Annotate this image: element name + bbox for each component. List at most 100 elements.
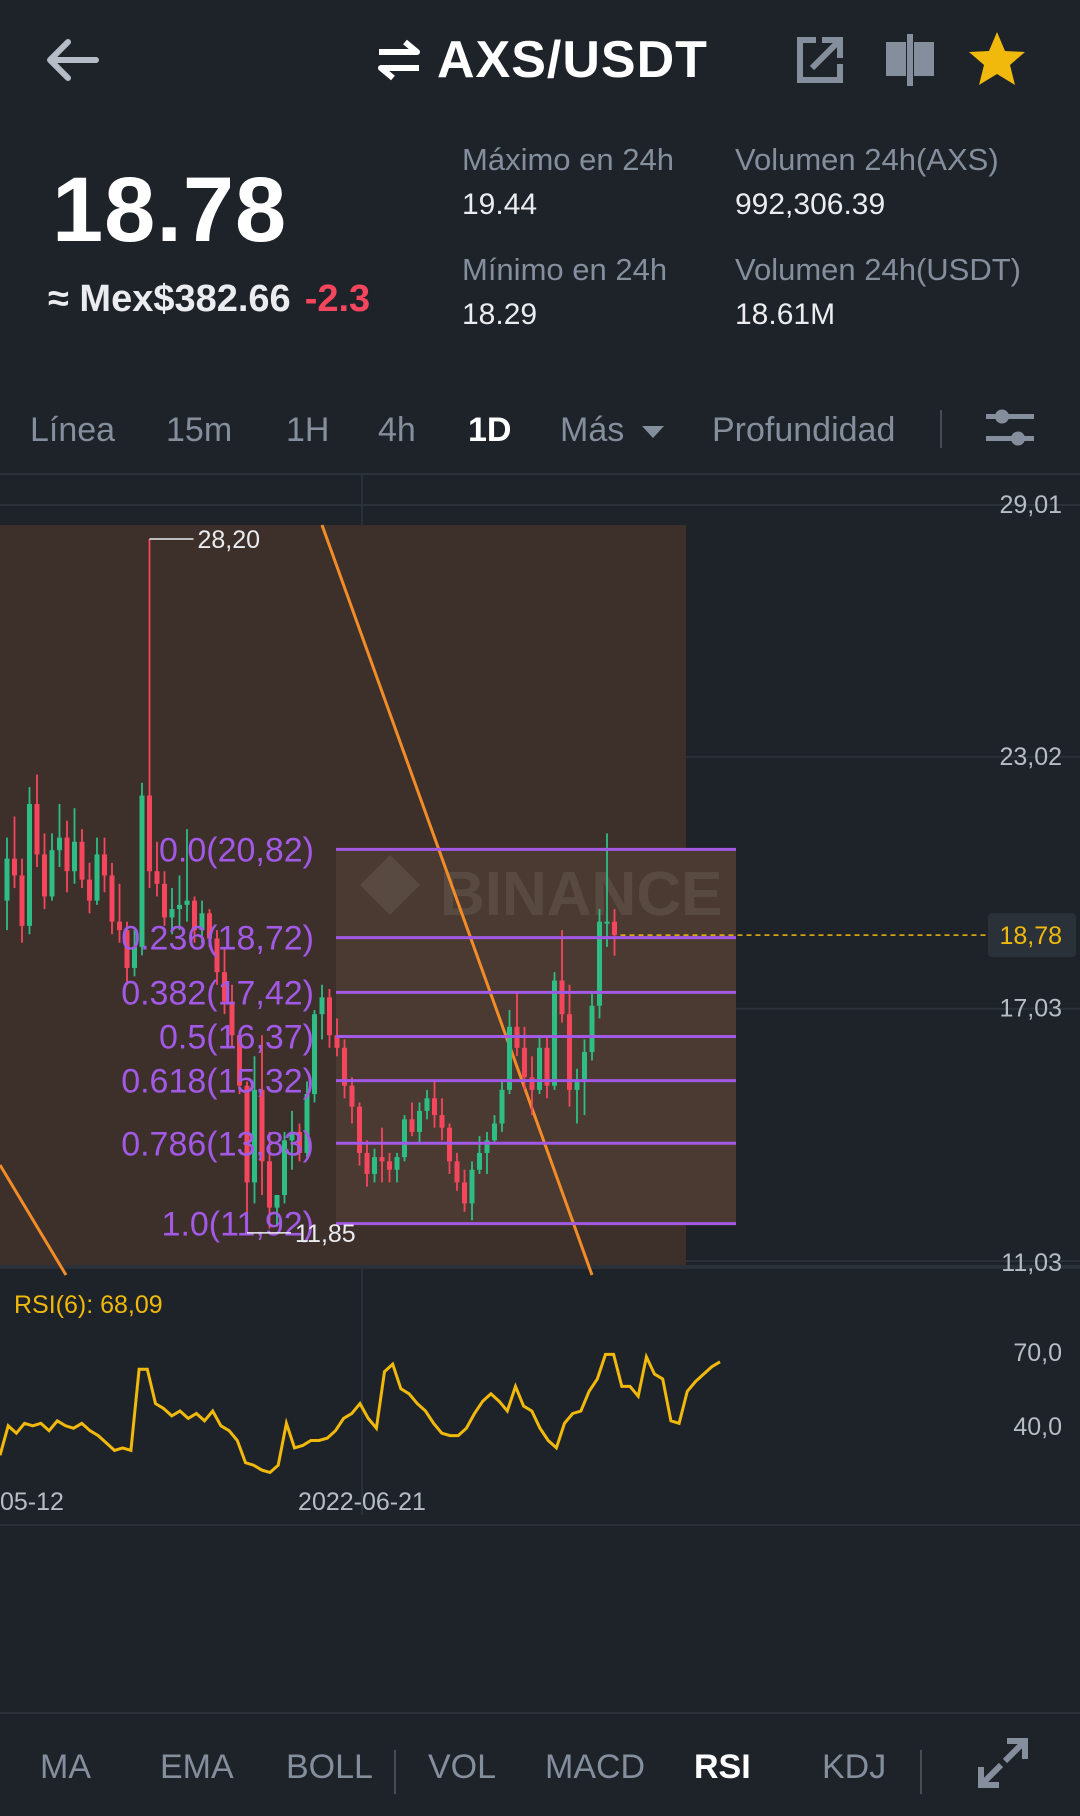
sliders-icon xyxy=(986,409,1034,446)
price-tick-label: 29,01 xyxy=(999,491,1062,519)
pair-title: AXS/USDT xyxy=(437,31,708,89)
candle-body xyxy=(49,850,55,897)
tab-depth[interactable]: Profundidad xyxy=(712,411,895,450)
candle-body xyxy=(27,803,32,926)
price-tick-label: 11,03 xyxy=(1001,1249,1062,1277)
candle-body xyxy=(357,1106,362,1153)
fullscreen-button[interactable] xyxy=(975,1735,1031,1791)
candle-body xyxy=(402,1119,407,1158)
tab-1d[interactable]: 1D xyxy=(468,411,511,450)
fib-label: 0.236(18,72) xyxy=(121,920,314,958)
high-24h-label: Máximo en 24h xyxy=(462,142,674,177)
candle-body xyxy=(372,1157,377,1174)
back-button[interactable] xyxy=(40,28,110,92)
rsi-line xyxy=(0,1352,721,1475)
candle-body xyxy=(162,883,167,918)
caret-down-icon xyxy=(641,426,664,439)
panel-separator xyxy=(0,1265,1080,1269)
candle-body xyxy=(424,1098,430,1111)
candle-body xyxy=(409,1119,415,1132)
tab-1h[interactable]: 1H xyxy=(286,411,329,450)
tab-line[interactable]: Línea xyxy=(30,411,115,450)
candle-body xyxy=(567,1014,572,1090)
fib-label: 1.0(11,92) xyxy=(162,1206,314,1244)
share-external-icon xyxy=(797,37,843,83)
price-axis: 29,01 23,02 17,03 11,03 xyxy=(999,491,1062,1277)
candle-body xyxy=(109,875,115,922)
candle-body xyxy=(4,858,10,901)
time-axis: 05-12 2022-06-21 xyxy=(0,1488,426,1516)
volume-base-label: Volumen 24h(AXS) xyxy=(735,142,999,177)
indicator-rsi[interactable]: RSI xyxy=(694,1748,751,1787)
rsi-panel: RSI(6): 68,09 70,0 40,0 xyxy=(0,1291,1062,1475)
chart-settings-button[interactable] xyxy=(980,400,1040,460)
candle-body xyxy=(462,1182,467,1204)
candle-body xyxy=(394,1157,400,1170)
fib-label: 0.618(15,32) xyxy=(121,1063,314,1101)
tab-more[interactable]: Más xyxy=(560,411,666,450)
compare-button[interactable] xyxy=(880,30,940,90)
candle-body xyxy=(327,997,332,1036)
candle-body xyxy=(169,909,175,918)
low-marker-label: 11,85 xyxy=(295,1220,356,1248)
candle-body xyxy=(379,1157,385,1162)
high-marker-label: 28,20 xyxy=(198,526,261,554)
indicator-divider xyxy=(920,1750,922,1794)
fib-label: 0.5(16,37) xyxy=(159,1018,314,1056)
candle-body xyxy=(432,1098,437,1116)
candle-body xyxy=(492,1123,497,1141)
candle-body xyxy=(34,803,40,855)
timeframe-bar: Línea 15m 1H 4h 1D Más Profundidad xyxy=(0,395,1080,475)
rsi-tick-label: 40,0 xyxy=(1013,1413,1062,1441)
candle-body xyxy=(582,1052,587,1082)
price-chart[interactable]: BINANCE 29,01 23,02 17,03 11,03 0.0(20,82) 0… xyxy=(0,475,1080,1712)
arrow-left-icon xyxy=(47,39,99,81)
volume-quote-label: Volumen 24h(USDT) xyxy=(735,252,1022,287)
fiat-price: ≈ Mex$382.66 xyxy=(48,278,291,320)
pair-selector[interactable]: AXS/USDT xyxy=(375,28,708,92)
share-button[interactable] xyxy=(790,30,850,90)
expand-icon xyxy=(978,1738,1028,1788)
fiat-price-row: ≈ Mex$382.66 -2.3 xyxy=(48,278,370,321)
indicator-ma[interactable]: MA xyxy=(40,1748,91,1787)
star-icon xyxy=(969,32,1025,85)
indicator-ema[interactable]: EMA xyxy=(160,1748,234,1787)
last-price: 18.78 xyxy=(52,159,288,261)
indicator-vol[interactable]: VOL xyxy=(428,1748,496,1787)
candle-body xyxy=(42,854,47,897)
candle-body xyxy=(439,1115,445,1128)
price-change: -2.3 xyxy=(304,278,371,320)
fib-label: 0.382(17,42) xyxy=(121,974,314,1012)
candle-body xyxy=(349,1085,355,1107)
candle-body xyxy=(94,854,100,901)
low-24h-label: Mínimo en 24h xyxy=(462,252,668,287)
time-tick-label: 05-12 xyxy=(0,1488,64,1516)
candle-body xyxy=(477,1152,482,1170)
indicator-kdj[interactable]: KDJ xyxy=(822,1748,886,1787)
tab-15m[interactable]: 15m xyxy=(166,411,232,450)
candle-body xyxy=(267,1161,272,1208)
candle-body xyxy=(154,871,160,884)
candle-body xyxy=(454,1161,460,1183)
candle-body xyxy=(589,1005,595,1053)
candle-body xyxy=(537,1047,542,1090)
time-tick-label: 2022-06-21 xyxy=(298,1488,426,1516)
price-tick-label: 23,02 xyxy=(999,743,1062,771)
favorite-button[interactable] xyxy=(965,28,1029,92)
low-24h-value: 18.29 xyxy=(462,298,538,331)
fib-label: 0.0(20,82) xyxy=(159,831,314,869)
high-24h-value: 19.44 xyxy=(462,188,538,221)
indicator-macd[interactable]: MACD xyxy=(545,1748,645,1787)
candle-body xyxy=(559,980,565,1015)
candle-body xyxy=(147,795,152,872)
tab-4h[interactable]: 4h xyxy=(378,411,416,450)
candle-body xyxy=(72,841,77,872)
candle-body xyxy=(469,1169,475,1204)
rsi-label: RSI(6): 68,09 xyxy=(14,1291,163,1319)
watermark-text: BINANCE xyxy=(440,860,722,929)
candle-body xyxy=(612,921,617,936)
candlestick-compare-icon xyxy=(886,34,934,86)
indicator-boll[interactable]: BOLL xyxy=(286,1748,373,1787)
candle-body xyxy=(87,879,92,901)
candle-body xyxy=(522,1047,527,1078)
